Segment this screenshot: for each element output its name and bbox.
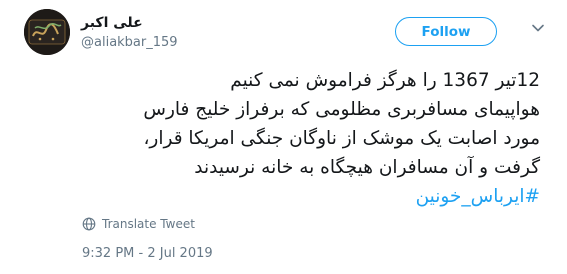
tweet-line: گرفت و آن مسافران هیچگاه به خانه نرسیدند — [194, 157, 540, 178]
translate-label: Translate Tweet — [102, 217, 195, 231]
more-options-caret[interactable] — [531, 21, 545, 35]
tweet-line: 12تیر 1367 را هرگز فراموش نمی کنیم — [230, 70, 540, 91]
globe-icon — [82, 217, 96, 231]
username[interactable]: @aliakbar_159 — [81, 35, 178, 50]
display-name[interactable]: علی اکبر — [81, 15, 143, 31]
chevron-down-icon — [532, 24, 544, 32]
tweet-line: مورد اصابت یک موشک از ناوگان جنگی امریکا… — [143, 128, 540, 149]
tweet-card: علی اکبر @aliakbar_159 Follow 12تیر 1367… — [0, 0, 567, 274]
avatar[interactable] — [24, 9, 70, 55]
tweet-text: 12تیر 1367 را هرگز فراموش نمی کنیم هواپی… — [30, 66, 540, 211]
tweet-line: هواپیمای مسافربری مظلومی که برفراز خلیج … — [143, 99, 540, 120]
follow-button[interactable]: Follow — [395, 17, 497, 46]
timestamp[interactable]: 9:32 PM - 2 Jul 2019 — [82, 246, 213, 261]
calligraphy-avatar-icon — [24, 9, 70, 55]
translate-tweet-link[interactable]: Translate Tweet — [82, 217, 195, 231]
hashtag-link[interactable]: #ایرباس_خونین — [30, 182, 540, 211]
